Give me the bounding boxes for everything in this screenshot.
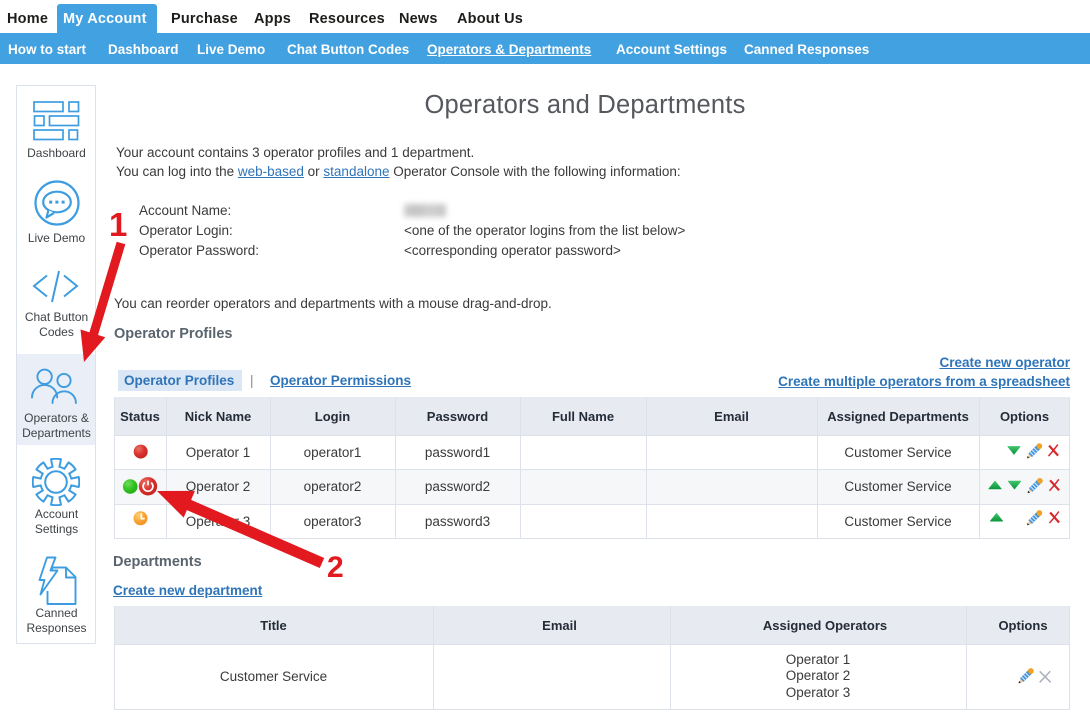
svg-text:1: 1 xyxy=(109,206,127,243)
svg-text:2: 2 xyxy=(327,551,344,584)
